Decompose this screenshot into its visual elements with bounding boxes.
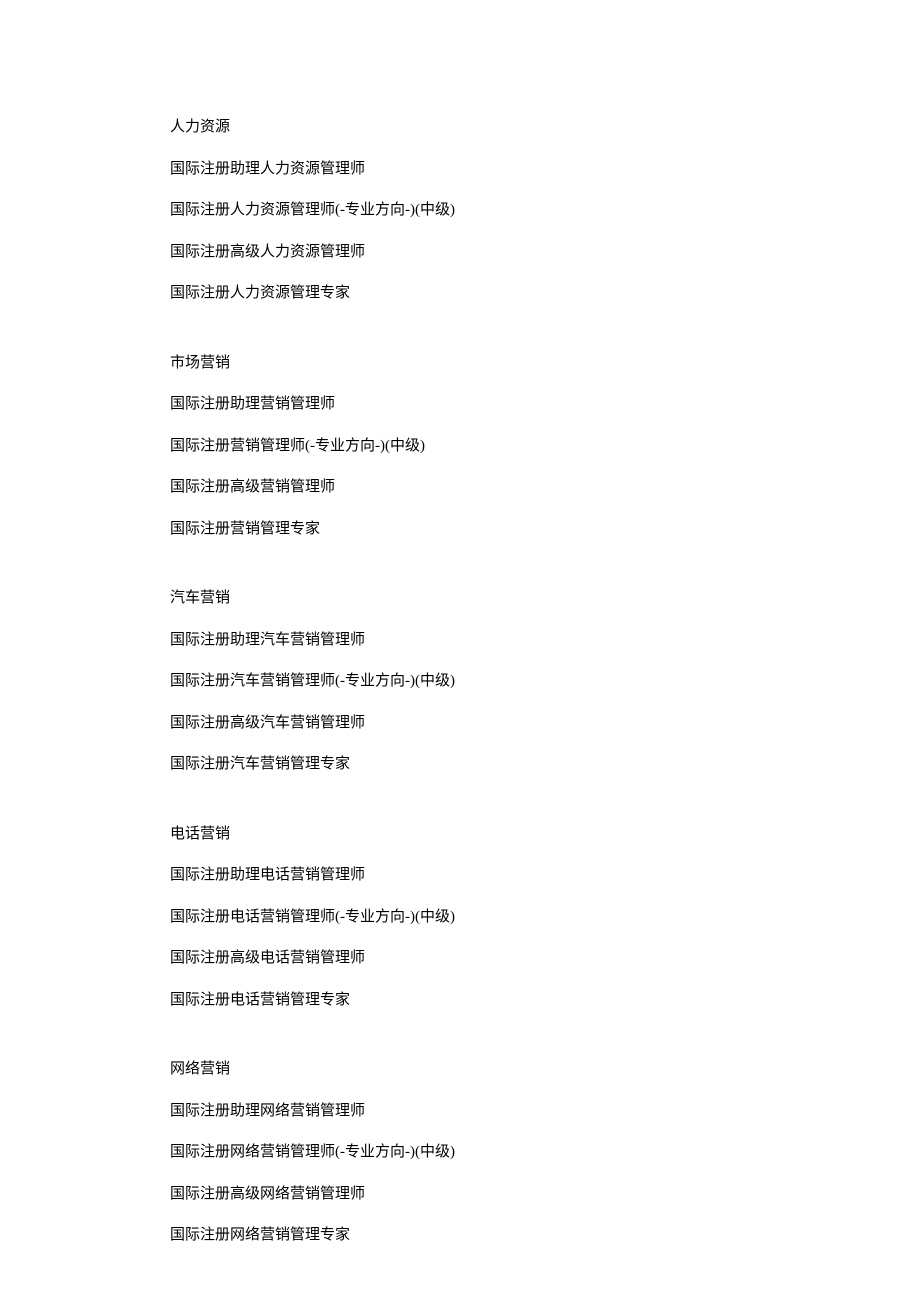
- list-item: 国际注册助理营销管理师: [170, 395, 750, 415]
- section-marketing: 市场营销 国际注册助理营销管理师 国际注册营销管理师(-专业方向-)(中级) 国…: [170, 354, 750, 540]
- list-item: 国际注册人力资源管理师(-专业方向-)(中级): [170, 201, 750, 221]
- section-online-marketing: 网络营销 国际注册助理网络营销管理师 国际注册网络营销管理师(-专业方向-)(中…: [170, 1060, 750, 1246]
- list-item: 国际注册高级人力资源管理师: [170, 243, 750, 263]
- list-item: 国际注册助理人力资源管理师: [170, 160, 750, 180]
- section-heading: 汽车营销: [170, 589, 750, 609]
- list-item: 国际注册人力资源管理专家: [170, 284, 750, 304]
- list-item: 国际注册高级汽车营销管理师: [170, 714, 750, 734]
- list-item: 国际注册高级营销管理师: [170, 478, 750, 498]
- list-item: 国际注册营销管理师(-专业方向-)(中级): [170, 437, 750, 457]
- section-heading: 网络营销: [170, 1060, 750, 1080]
- list-item: 国际注册汽车营销管理师(-专业方向-)(中级): [170, 672, 750, 692]
- list-item: 国际注册网络营销管理师(-专业方向-)(中级): [170, 1143, 750, 1163]
- list-item: 国际注册电话营销管理专家: [170, 991, 750, 1011]
- list-item: 国际注册助理网络营销管理师: [170, 1102, 750, 1122]
- list-item: 国际注册汽车营销管理专家: [170, 755, 750, 775]
- list-item: 国际注册助理汽车营销管理师: [170, 631, 750, 651]
- list-item: 国际注册电话营销管理师(-专业方向-)(中级): [170, 908, 750, 928]
- list-item: 国际注册高级电话营销管理师: [170, 949, 750, 969]
- section-hr: 人力资源 国际注册助理人力资源管理师 国际注册人力资源管理师(-专业方向-)(中…: [170, 118, 750, 304]
- list-item: 国际注册高级网络营销管理师: [170, 1185, 750, 1205]
- section-telemarketing: 电话营销 国际注册助理电话营销管理师 国际注册电话营销管理师(-专业方向-)(中…: [170, 825, 750, 1011]
- list-item: 国际注册助理电话营销管理师: [170, 866, 750, 886]
- section-heading: 市场营销: [170, 354, 750, 374]
- list-item: 国际注册营销管理专家: [170, 520, 750, 540]
- list-item: 国际注册网络营销管理专家: [170, 1226, 750, 1246]
- page-content: 人力资源 国际注册助理人力资源管理师 国际注册人力资源管理师(-专业方向-)(中…: [0, 0, 750, 1246]
- section-heading: 人力资源: [170, 118, 750, 138]
- section-heading: 电话营销: [170, 825, 750, 845]
- section-auto-marketing: 汽车营销 国际注册助理汽车营销管理师 国际注册汽车营销管理师(-专业方向-)(中…: [170, 589, 750, 775]
